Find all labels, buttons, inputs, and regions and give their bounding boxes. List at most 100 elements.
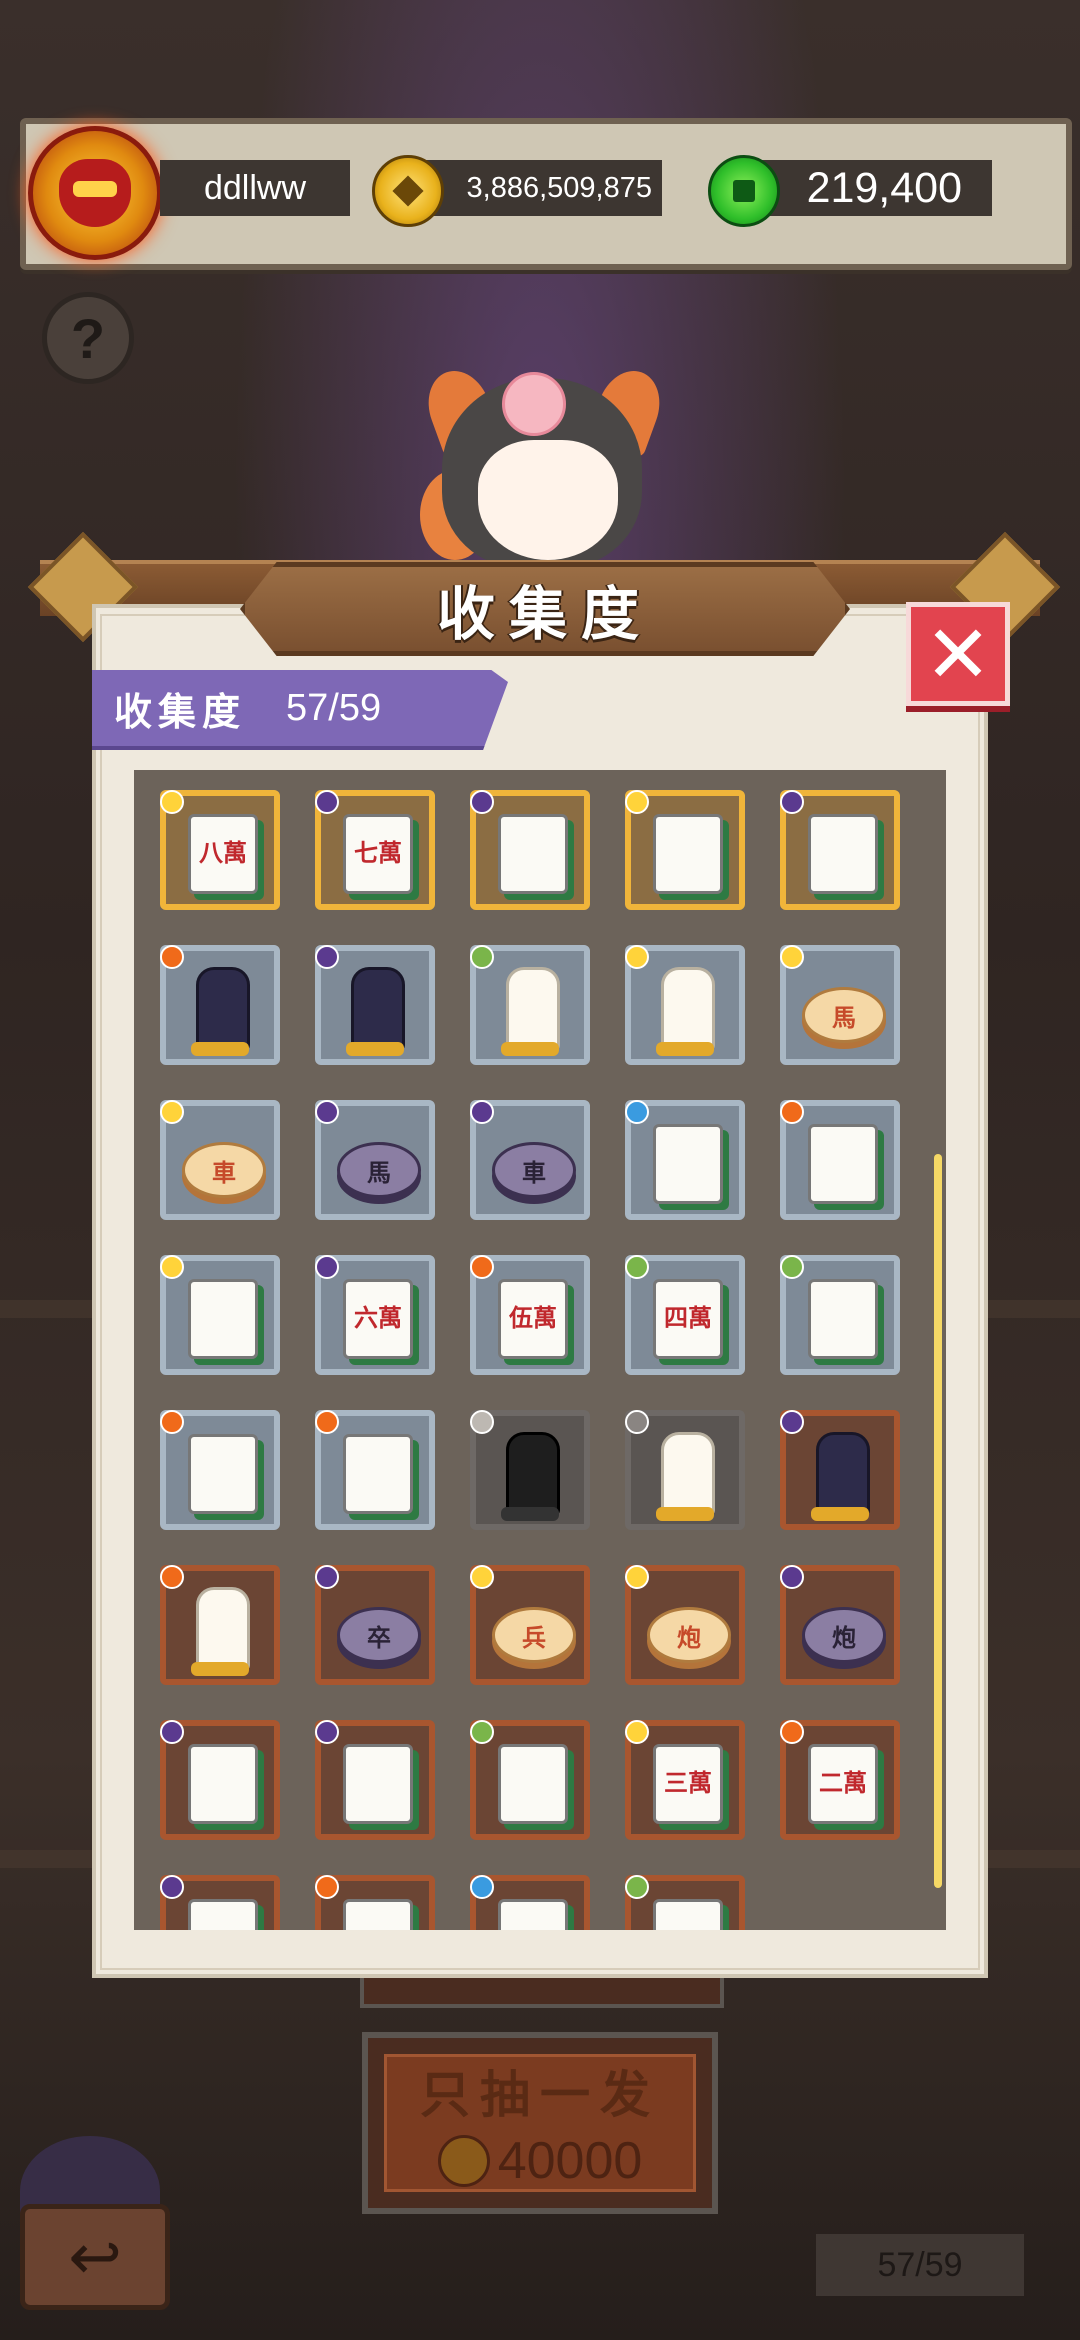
mtn-element-icon bbox=[470, 1410, 494, 1434]
mahjong-tile-icon bbox=[808, 1279, 878, 1359]
panel-title: 收集度 bbox=[436, 582, 653, 647]
collection-item[interactable] bbox=[625, 790, 745, 910]
scrollbar[interactable] bbox=[934, 1154, 942, 1888]
collection-item[interactable]: 車 bbox=[160, 1100, 280, 1220]
mahjong-tile-icon bbox=[498, 814, 568, 894]
sun-element-icon bbox=[470, 1565, 494, 1589]
collection-item[interactable] bbox=[160, 1565, 280, 1685]
collection-item[interactable] bbox=[470, 1410, 590, 1530]
collection-item[interactable]: 炮 bbox=[625, 1565, 745, 1685]
chess-piece-icon bbox=[501, 1432, 560, 1521]
close-button[interactable]: ✕ bbox=[906, 602, 1010, 706]
fire-element-icon bbox=[160, 945, 184, 969]
mahjong-tile-icon bbox=[808, 1124, 878, 1204]
collection-item[interactable] bbox=[160, 1255, 280, 1375]
leaf-element-icon bbox=[780, 1255, 804, 1279]
coin-icon bbox=[437, 2135, 490, 2187]
collection-item[interactable] bbox=[315, 1720, 435, 1840]
collection-item[interactable]: 伍萬 bbox=[470, 1255, 590, 1375]
collection-item[interactable] bbox=[315, 1875, 435, 1930]
mahjong-tile-icon bbox=[188, 1744, 258, 1824]
collection-item[interactable] bbox=[470, 790, 590, 910]
collection-item[interactable] bbox=[625, 1410, 745, 1530]
collection-item[interactable] bbox=[315, 1410, 435, 1530]
xiangqi-piece-icon: 馬 bbox=[337, 1142, 421, 1198]
moon-element-icon bbox=[315, 1565, 339, 1589]
moon-element-icon bbox=[780, 790, 804, 814]
chess-piece-icon bbox=[191, 967, 250, 1056]
player-avatar[interactable] bbox=[28, 126, 162, 260]
collection-item[interactable]: 二萬 bbox=[780, 1720, 900, 1840]
close-icon: ✕ bbox=[924, 609, 992, 699]
collection-item[interactable] bbox=[315, 945, 435, 1065]
xiangqi-piece-icon: 兵 bbox=[492, 1607, 576, 1663]
moon-element-icon bbox=[470, 790, 494, 814]
collection-item[interactable] bbox=[470, 945, 590, 1065]
collection-item[interactable] bbox=[470, 1875, 590, 1930]
mahjong-tile-icon: 伍萬 bbox=[498, 1279, 568, 1359]
mahjong-tile-icon bbox=[188, 1279, 258, 1359]
chess-piece-icon bbox=[656, 1432, 715, 1521]
xiangqi-piece-icon: 馬 bbox=[802, 987, 886, 1043]
collection-item[interactable] bbox=[160, 945, 280, 1065]
mahjong-tile-icon: 三萬 bbox=[653, 1744, 723, 1824]
collection-item[interactable]: 六萬 bbox=[315, 1255, 435, 1375]
water-element-icon bbox=[625, 1100, 649, 1124]
chess-piece-icon bbox=[501, 967, 560, 1056]
collection-item[interactable] bbox=[160, 1720, 280, 1840]
collection-counter: 57/59 bbox=[816, 2234, 1024, 2296]
moon-element-icon bbox=[780, 1410, 804, 1434]
previous-draw-button-edge bbox=[360, 1978, 724, 2008]
moon-element-icon bbox=[315, 1255, 339, 1279]
collection-item[interactable]: 八萬 bbox=[160, 790, 280, 910]
fire-element-icon bbox=[315, 1875, 339, 1899]
collection-item[interactable] bbox=[470, 1720, 590, 1840]
collection-item[interactable]: 卒 bbox=[315, 1565, 435, 1685]
collection-item[interactable]: 三萬 bbox=[625, 1720, 745, 1840]
moon-element-icon bbox=[315, 945, 339, 969]
collection-item[interactable]: 兵 bbox=[470, 1565, 590, 1685]
leaf-element-icon bbox=[625, 1875, 649, 1899]
sun-element-icon bbox=[625, 945, 649, 969]
mahjong-tile-icon bbox=[498, 1899, 568, 1930]
fire-element-icon bbox=[315, 1410, 339, 1434]
mahjong-tile-icon bbox=[343, 1434, 413, 1514]
collection-item[interactable]: 炮 bbox=[780, 1565, 900, 1685]
leaf-element-icon bbox=[625, 1255, 649, 1279]
collection-item[interactable] bbox=[780, 1410, 900, 1530]
collection-item[interactable]: 七萬 bbox=[315, 790, 435, 910]
mahjong-tile-icon: 七萬 bbox=[343, 814, 413, 894]
grey-element-icon bbox=[625, 1410, 649, 1434]
collection-item[interactable] bbox=[780, 1100, 900, 1220]
collection-item[interactable]: 四萬 bbox=[625, 1255, 745, 1375]
leaf-element-icon bbox=[470, 945, 494, 969]
collection-item[interactable] bbox=[625, 945, 745, 1065]
mahjong-tile-icon: 六萬 bbox=[343, 1279, 413, 1359]
collection-item[interactable] bbox=[160, 1875, 280, 1930]
collection-grid[interactable]: 八萬 七萬馬車馬車六萬 伍萬 四萬卒兵炮炮三萬 二萬 bbox=[134, 770, 946, 1930]
moon-element-icon bbox=[160, 1720, 184, 1744]
chess-piece-icon bbox=[346, 967, 405, 1056]
jade-coin-icon bbox=[708, 155, 780, 227]
collection-item[interactable] bbox=[780, 790, 900, 910]
leaf-element-icon bbox=[470, 1720, 494, 1744]
collection-progress-ribbon: 收集度 57/59 bbox=[92, 670, 508, 750]
sun-element-icon bbox=[160, 1100, 184, 1124]
flower-icon bbox=[502, 372, 566, 436]
mahjong-tile-icon: 八萬 bbox=[188, 814, 258, 894]
moon-element-icon bbox=[315, 1100, 339, 1124]
collection-item[interactable] bbox=[160, 1410, 280, 1530]
back-button[interactable]: ↩ bbox=[20, 2204, 170, 2310]
collection-item[interactable]: 馬 bbox=[315, 1100, 435, 1220]
collection-item[interactable]: 車 bbox=[470, 1100, 590, 1220]
fire-element-icon bbox=[160, 1410, 184, 1434]
collection-item[interactable]: 馬 bbox=[780, 945, 900, 1065]
collection-item[interactable] bbox=[780, 1255, 900, 1375]
help-button[interactable]: ? bbox=[42, 292, 134, 384]
collection-item[interactable] bbox=[625, 1100, 745, 1220]
mahjong-tile-icon bbox=[653, 1124, 723, 1204]
collection-item[interactable] bbox=[625, 1875, 745, 1930]
single-draw-button[interactable]: 只抽一发 40000 bbox=[362, 2032, 718, 2214]
mahjong-tile-icon bbox=[498, 1744, 568, 1824]
water-element-icon bbox=[470, 1875, 494, 1899]
